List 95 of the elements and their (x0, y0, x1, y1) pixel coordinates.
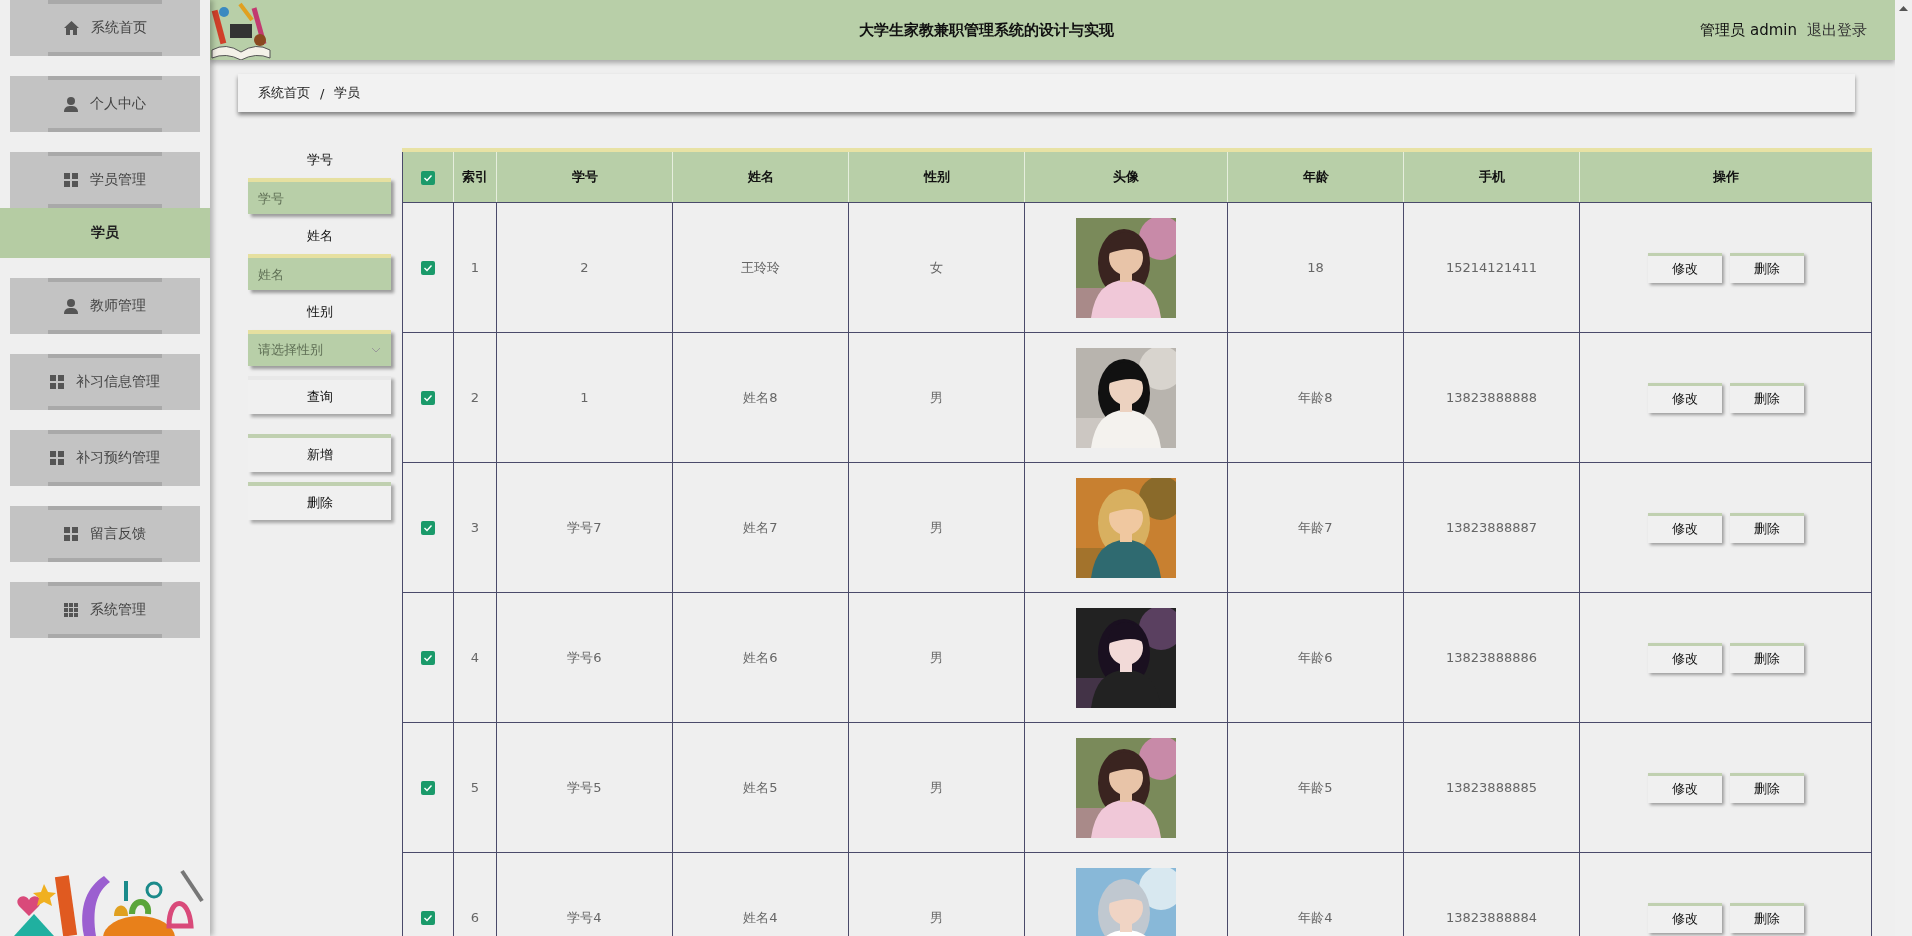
table-cell: 姓名6 (743, 649, 778, 665)
row-action-button[interactable]: 删除 (1729, 772, 1804, 803)
row-action-button[interactable]: 删除 (1729, 382, 1804, 413)
table-cell: 13823888885 (1446, 780, 1537, 795)
table-cell: 13823888886 (1446, 650, 1537, 665)
table-cell: 姓名8 (743, 389, 778, 405)
checkbox[interactable] (421, 391, 435, 406)
column-header: 姓名 (747, 169, 774, 184)
table-cell: 姓名7 (743, 519, 778, 535)
column-header: 年龄 (1302, 169, 1329, 184)
breadcrumb-link[interactable]: 系统首页 (258, 84, 310, 102)
table-cell: 王玲玲 (741, 259, 780, 275)
grid-icon (50, 451, 64, 465)
table-cell: 学号7 (567, 519, 602, 535)
field-label: 姓名 (306, 227, 334, 245)
table-cell: 年龄8 (1298, 389, 1333, 405)
table-cell: 13823888884 (1446, 910, 1537, 925)
menu-item[interactable]: 补习信息管理 (10, 354, 200, 410)
column-header: 头像 (1113, 169, 1139, 184)
table-cell: 学号6 (567, 649, 602, 665)
table-cell: 18 (1307, 260, 1324, 275)
row-action-button[interactable]: 修改 (1647, 902, 1722, 933)
menu-item[interactable]: 补习预约管理 (10, 430, 200, 486)
table-cell: 3 (470, 520, 480, 535)
checkbox[interactable] (421, 521, 435, 536)
input-field[interactable]: 学号 (248, 178, 391, 214)
checkbox[interactable] (421, 261, 435, 276)
menu-item[interactable]: 系统管理 (10, 582, 200, 638)
row-action-button[interactable]: 修改 (1647, 512, 1722, 543)
logout-link[interactable]: 退出登录 (1807, 20, 1867, 40)
menu-item[interactable]: 学员管理 (10, 152, 200, 208)
column-header: 操作 (1712, 169, 1739, 184)
user-label: 管理员 admin (1700, 20, 1797, 40)
table-cell: 学号5 (567, 779, 602, 795)
menu-item[interactable]: 教师管理 (10, 278, 200, 334)
action-button[interactable]: 查询 (248, 376, 391, 414)
grid-icon (64, 527, 78, 541)
menu-item[interactable]: 留言反馈 (10, 506, 200, 562)
row-action-button[interactable]: 修改 (1647, 772, 1722, 803)
app-title: 大学生家教兼职管理系统的设计与实现 (857, 20, 1115, 40)
row-action-button[interactable]: 删除 (1729, 252, 1804, 283)
row-action-button[interactable]: 删除 (1729, 902, 1804, 933)
table-cell: 女 (930, 259, 943, 275)
grid-icon (64, 173, 78, 187)
row-action-button[interactable]: 删除 (1729, 642, 1804, 673)
table-cell: 6 (470, 910, 480, 925)
table-cell: 姓名5 (743, 779, 778, 795)
checkbox[interactable] (421, 170, 435, 185)
table-cell: 2 (470, 390, 480, 405)
table-cell: 男 (930, 389, 943, 405)
menu-item[interactable]: 个人中心 (10, 76, 200, 132)
row-action-button[interactable]: 修改 (1647, 382, 1722, 413)
table-cell: 男 (930, 909, 943, 925)
table-cell: 1 (470, 260, 480, 275)
grid-icon (50, 375, 64, 389)
table-cell: 男 (930, 519, 943, 535)
action-button[interactable]: 删除 (248, 482, 391, 520)
table-cell: 年龄7 (1298, 519, 1333, 535)
column-header: 手机 (1478, 169, 1505, 184)
menu-item[interactable]: 系统首页 (10, 0, 200, 56)
chevron-down-icon (371, 347, 381, 353)
table-cell: 男 (930, 649, 943, 665)
table-cell: 2 (580, 260, 589, 275)
table-cell: 姓名4 (743, 909, 778, 925)
field-label: 学号 (306, 151, 334, 169)
breadcrumb-separator: / (320, 85, 325, 101)
row-action-button[interactable]: 修改 (1647, 252, 1722, 283)
breadcrumb-link[interactable]: 学员 (334, 84, 361, 102)
user-icon (64, 96, 78, 112)
table-cell: 5 (470, 780, 480, 795)
user-icon (64, 298, 78, 314)
home-icon (63, 21, 79, 35)
action-button[interactable]: 新增 (248, 434, 391, 472)
table-cell: 年龄6 (1298, 649, 1333, 665)
row-action-button[interactable]: 修改 (1647, 642, 1722, 673)
submenu-item[interactable]: 学员 (0, 208, 210, 258)
table-cell: 1 (580, 390, 589, 405)
table-cell: 学号4 (567, 909, 602, 925)
row-action-button[interactable]: 删除 (1729, 512, 1804, 543)
grid-icon (64, 603, 78, 617)
table-cell: 15214121411 (1446, 260, 1537, 275)
table-cell: 4 (470, 650, 480, 665)
field-label: 性别 (306, 303, 334, 321)
checkbox[interactable] (421, 911, 435, 926)
table-cell: 年龄5 (1298, 779, 1333, 795)
column-header: 性别 (923, 169, 950, 184)
table-cell: 13823888887 (1446, 520, 1537, 535)
checkbox[interactable] (421, 651, 435, 666)
table-cell: 年龄4 (1298, 909, 1333, 925)
column-header: 索引 (462, 169, 488, 184)
checkbox[interactable] (421, 781, 435, 796)
table-cell: 男 (930, 779, 943, 795)
column-header: 学号 (571, 169, 598, 184)
input-field[interactable]: 姓名 (248, 254, 391, 290)
table-cell: 13823888888 (1446, 390, 1537, 405)
